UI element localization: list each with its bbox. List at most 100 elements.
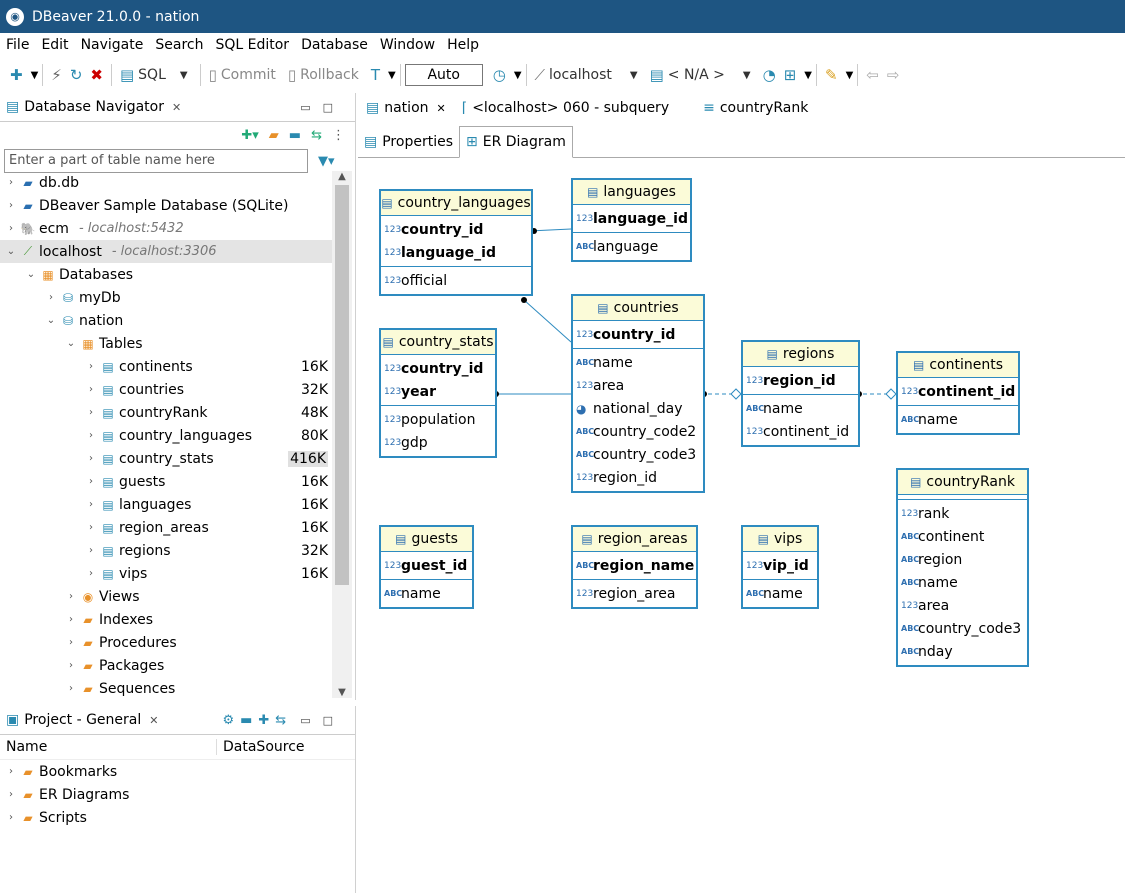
- project-tab[interactable]: ▣ Project - General ✕: [0, 712, 164, 728]
- tree-item-country-languages[interactable]: › ▤ country_languages 80K: [0, 424, 332, 447]
- entity-header[interactable]: ▤ region_areas: [573, 527, 696, 552]
- connect-icon[interactable]: ⚡: [51, 66, 62, 84]
- tab-subquery[interactable]: ⌈ <localhost> 060 - subquery: [454, 93, 677, 123]
- tree-item-views[interactable]: › ◉ Views: [0, 585, 332, 608]
- expand-arrow-down-icon[interactable]: ⌄: [24, 269, 38, 280]
- expand-arrow-right-icon[interactable]: ›: [84, 430, 98, 441]
- tree-item-dbeaver-sample-database-sqlite-[interactable]: › ▰ DBeaver Sample Database (SQLite): [0, 194, 332, 217]
- pk-attribute[interactable]: 123 country_id: [381, 357, 495, 380]
- tree-item-procedures[interactable]: › ▰ Procedures: [0, 631, 332, 654]
- expand-arrow-right-icon[interactable]: ›: [84, 453, 98, 464]
- attribute[interactable]: ABC name: [573, 351, 703, 374]
- view-menu-icon[interactable]: ⋮: [332, 128, 345, 143]
- attribute[interactable]: ABC nday: [898, 640, 1027, 663]
- attribute[interactable]: ABC language: [573, 235, 690, 258]
- minimize-maximize-icons[interactable]: ▭□: [300, 101, 345, 114]
- navigator-tab[interactable]: ▤ Database Navigator ✕: [0, 99, 187, 115]
- scroll-up-icon[interactable]: ▲: [332, 171, 352, 182]
- entity-header[interactable]: ▤ countries: [573, 296, 703, 321]
- history-dropdown-icon[interactable]: ▼: [514, 70, 522, 81]
- rollback-button[interactable]: ▯ Rollback: [284, 66, 359, 84]
- pk-attribute[interactable]: 123 country_id: [573, 323, 703, 346]
- attribute[interactable]: 123 rank: [898, 502, 1027, 525]
- tree-item-ecm[interactable]: › 🐘 ecm - localhost:5432: [0, 217, 332, 240]
- project-toolbar-icons[interactable]: ⚙▬✚⇆: [222, 713, 292, 728]
- reconnect-icon[interactable]: ↻: [70, 66, 83, 84]
- expand-arrow-right-icon[interactable]: ›: [84, 407, 98, 418]
- entity-header[interactable]: ▤ continents: [898, 353, 1018, 378]
- tree-item-regions[interactable]: › ▤ regions 32K: [0, 539, 332, 562]
- attribute[interactable]: ABC name: [743, 397, 858, 420]
- expand-arrow-right-icon[interactable]: ›: [64, 591, 78, 602]
- new-connection-dropdown-icon[interactable]: ▼: [31, 70, 39, 81]
- expand-arrow-right-icon[interactable]: ›: [4, 200, 18, 211]
- collapse-all-icon[interactable]: ▬: [289, 128, 301, 143]
- entity-header[interactable]: ▤ vips: [743, 527, 817, 552]
- table-filter-input[interactable]: Enter a part of table name here: [4, 149, 308, 173]
- entity-header[interactable]: ▤ languages: [573, 180, 690, 205]
- tab-countryrank[interactable]: ≡ countryRank: [695, 93, 816, 123]
- attribute[interactable]: 123 region_area: [573, 582, 696, 605]
- tree-item-guests[interactable]: › ▤ guests 16K: [0, 470, 332, 493]
- tasks-icon[interactable]: ⊞: [784, 66, 797, 84]
- sql-editor-button[interactable]: ▤ SQL ▼: [116, 66, 188, 84]
- attribute[interactable]: 123 official: [381, 269, 531, 292]
- navigator-scrollbar[interactable]: ▲ ▼: [332, 171, 352, 698]
- attribute[interactable]: ABC country_code3: [898, 617, 1027, 640]
- attribute[interactable]: ABC country_code3: [573, 443, 703, 466]
- entity-countryrank[interactable]: ▤ countryRank 123 rank ABC continent ABC region…: [896, 468, 1029, 667]
- entity-header[interactable]: ▤ regions: [743, 342, 858, 367]
- entity-continents[interactable]: ▤ continents 123 continent_id ABC name: [896, 351, 1020, 435]
- new-folder-icon[interactable]: ▰: [269, 128, 279, 143]
- menu-database[interactable]: Database: [295, 37, 374, 53]
- pk-attribute[interactable]: ABC region_name: [573, 554, 696, 577]
- attribute[interactable]: 123 area: [898, 594, 1027, 617]
- attribute[interactable]: ABC continent: [898, 525, 1027, 548]
- transaction-mode-icon[interactable]: T: [371, 66, 380, 84]
- entity-header[interactable]: ▤ countryRank: [898, 470, 1027, 495]
- tools-icon[interactable]: ✎: [825, 66, 838, 84]
- new-connection-icon[interactable]: ✚▾: [241, 128, 258, 143]
- menu-file[interactable]: File: [0, 37, 35, 53]
- tab-nation[interactable]: ▤ nation ✕: [358, 93, 454, 123]
- tree-item-databases[interactable]: ⌄ ▦ Databases: [0, 263, 332, 286]
- tree-item-mydb[interactable]: › ⛁ myDb: [0, 286, 332, 309]
- subtab-er-diagram[interactable]: ⊞ ER Diagram: [459, 126, 573, 158]
- tree-item-country-stats[interactable]: › ▤ country_stats 416K: [0, 447, 332, 470]
- expand-arrow-right-icon[interactable]: ›: [84, 384, 98, 395]
- expand-arrow-down-icon[interactable]: ⌄: [64, 338, 78, 349]
- entity-header[interactable]: ▤ country_stats: [381, 330, 495, 355]
- attribute[interactable]: 123 area: [573, 374, 703, 397]
- minimize-maximize-icons[interactable]: ▭□: [300, 714, 345, 727]
- attribute[interactable]: ABC name: [743, 582, 817, 605]
- scrollbar-thumb[interactable]: [335, 185, 349, 585]
- pk-attribute[interactable]: 123 vip_id: [743, 554, 817, 577]
- pk-attribute[interactable]: 123 region_id: [743, 369, 858, 392]
- tree-item-sequences[interactable]: › ▰ Sequences: [0, 677, 332, 700]
- er-diagram-canvas[interactable]: ▤ country_languages 123 country_id 123 langua…: [358, 158, 1125, 893]
- close-icon[interactable]: ✕: [437, 102, 446, 115]
- tree-item-tables[interactable]: ⌄ ▦ Tables: [0, 332, 332, 355]
- entity-guests[interactable]: ▤ guests 123 guest_id ABC name: [379, 525, 474, 609]
- attribute[interactable]: ABC name: [898, 408, 1018, 431]
- pk-attribute[interactable]: 123 country_id: [381, 218, 531, 241]
- attribute[interactable]: ABC region: [898, 548, 1027, 571]
- auto-commit-field[interactable]: Auto: [404, 64, 483, 86]
- attribute[interactable]: ◕ national_day: [573, 397, 703, 420]
- back-icon[interactable]: ⇦: [866, 66, 879, 84]
- entity-header[interactable]: ▤ country_languages: [381, 191, 531, 216]
- project-item-er-diagrams[interactable]: › ▰ ER Diagrams: [0, 783, 355, 806]
- attribute[interactable]: 123 region_id: [573, 466, 703, 489]
- expand-arrow-right-icon[interactable]: ›: [84, 476, 98, 487]
- expand-arrow-down-icon[interactable]: ⌄: [44, 315, 58, 326]
- attribute[interactable]: 123 gdp: [381, 431, 495, 454]
- tree-item-countries[interactable]: › ▤ countries 32K: [0, 378, 332, 401]
- entity-country-languages[interactable]: ▤ country_languages 123 country_id 123 langua…: [379, 189, 533, 296]
- expand-arrow-down-icon[interactable]: ⌄: [4, 246, 18, 257]
- tree-item-vips[interactable]: › ▤ vips 16K: [0, 562, 332, 585]
- expand-arrow-right-icon[interactable]: ›: [64, 660, 78, 671]
- history-icon[interactable]: ◷: [493, 66, 506, 84]
- attribute[interactable]: ABC name: [898, 571, 1027, 594]
- scroll-down-icon[interactable]: ▼: [332, 687, 352, 698]
- project-item-bookmarks[interactable]: › ▰ Bookmarks: [0, 760, 355, 783]
